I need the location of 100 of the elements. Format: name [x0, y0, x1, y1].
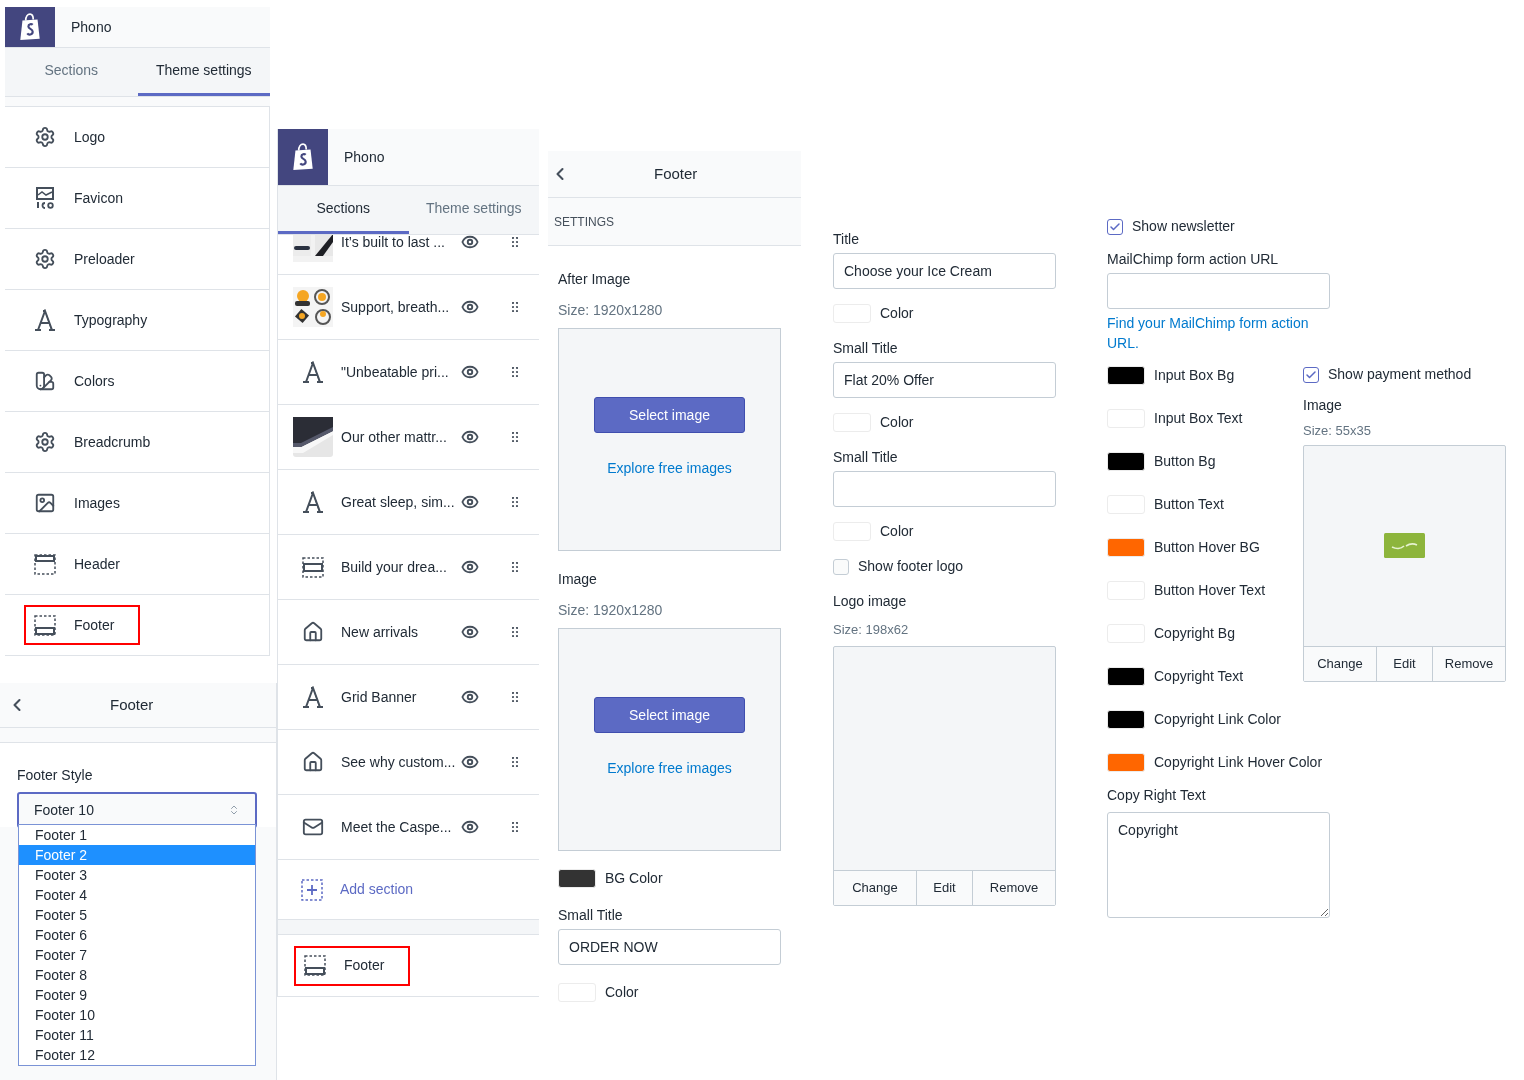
section-list-item[interactable]: Great sleep, sim...	[278, 470, 539, 535]
help-link[interactable]: Find your MailChimp form action URL.	[1107, 313, 1330, 353]
drag-handle-icon[interactable]	[512, 302, 518, 312]
settings-list-item[interactable]: Header	[5, 534, 269, 595]
image-action-button[interactable]: Edit	[1376, 646, 1432, 681]
image-action-button[interactable]: Change	[834, 870, 916, 905]
field-label: Image	[1303, 396, 1343, 415]
store-name: Phono	[71, 17, 112, 37]
dropdown-option[interactable]: Footer 3	[19, 865, 255, 885]
checkbox[interactable]	[1303, 366, 1319, 383]
eye-icon[interactable]	[461, 818, 479, 836]
section-list-item[interactable]: Support, breath...	[278, 275, 539, 340]
letter-a-icon	[302, 361, 324, 383]
field-label: Color	[880, 522, 914, 541]
dropdown-option[interactable]: Footer 10	[19, 1005, 255, 1025]
eye-icon[interactable]	[461, 623, 479, 641]
drag-handle-icon[interactable]	[512, 367, 518, 377]
dropdown-option[interactable]: Footer 1	[19, 825, 255, 845]
dropdown-option[interactable]: Footer 4	[19, 885, 255, 905]
dropdown-option[interactable]: Footer 5	[19, 905, 255, 925]
eye-icon[interactable]	[461, 493, 479, 511]
image-action-button[interactable]: Remove	[1432, 646, 1505, 681]
eye-icon[interactable]	[461, 235, 479, 251]
settings-list-item[interactable]: Favicon	[5, 168, 269, 229]
color-swatch[interactable]	[1107, 710, 1145, 729]
field-label: Color	[880, 304, 914, 323]
section-list-item[interactable]: Meet the Caspe...	[278, 795, 539, 860]
select-image-button[interactable]: Select image	[594, 697, 745, 733]
color-swatch[interactable]	[1107, 667, 1145, 686]
field-label: Color	[880, 413, 914, 432]
image-action-button[interactable]: Remove	[972, 870, 1055, 905]
drag-handle-icon[interactable]	[512, 497, 518, 507]
color-swatch[interactable]	[1107, 753, 1145, 772]
dropdown-option[interactable]: Footer 11	[19, 1025, 255, 1045]
panel-tab[interactable]: Theme settings	[408, 186, 539, 234]
nav-item-label: Typography	[74, 310, 148, 330]
section-label: New arrivals	[341, 622, 419, 642]
drag-handle-icon[interactable]	[512, 627, 518, 637]
field-label: Button Hover BG	[1154, 538, 1260, 557]
section-list-item[interactable]: Grid Banner	[278, 665, 539, 730]
nav-item-label: Favicon	[74, 188, 124, 208]
text-field[interactable]: Flat 20% Offer	[833, 362, 1056, 398]
dropdown-option[interactable]: Footer 8	[19, 965, 255, 985]
drag-handle-icon[interactable]	[512, 432, 518, 442]
field-label: Copyright Link Color	[1154, 710, 1281, 729]
settings-list-item[interactable]: Images	[5, 473, 269, 534]
eye-icon[interactable]	[461, 558, 479, 576]
house-icon	[302, 621, 324, 643]
eye-icon[interactable]	[461, 298, 479, 316]
color-swatch[interactable]	[1107, 452, 1145, 471]
text-area[interactable]: Copyright	[1107, 812, 1330, 918]
dropdown-option[interactable]: Footer 12	[19, 1045, 255, 1065]
field-label: Copyright Bg	[1154, 624, 1235, 643]
text-field[interactable]	[1107, 273, 1330, 309]
image-action-button[interactable]: Edit	[916, 870, 972, 905]
dropdown-option[interactable]: Footer 6	[19, 925, 255, 945]
section-list-item[interactable]: Our other mattr...	[278, 405, 539, 470]
field-label: Color	[605, 983, 639, 1002]
add-icon	[301, 878, 323, 901]
checkbox[interactable]	[1107, 218, 1123, 235]
section-list-item[interactable]: See why custom...	[278, 730, 539, 795]
eye-icon[interactable]	[461, 363, 479, 381]
drag-handle-icon[interactable]	[512, 237, 518, 247]
gear-icon	[34, 248, 56, 270]
section-label: Grid Banner	[341, 687, 418, 707]
color-swatch[interactable]	[1107, 366, 1145, 385]
nav-item-label: Footer	[344, 956, 385, 975]
settings-list-item[interactable]: Typography	[5, 290, 269, 351]
footer-list-item[interactable]: Footer	[278, 935, 539, 997]
eye-icon[interactable]	[461, 428, 479, 446]
text-field[interactable]	[833, 471, 1056, 507]
text-field[interactable]: ORDER NOW	[558, 929, 781, 965]
settings-list-item[interactable]: Footer	[5, 595, 269, 656]
eye-icon[interactable]	[461, 688, 479, 706]
drag-handle-icon[interactable]	[512, 692, 518, 702]
section-list-item[interactable]: New arrivals	[278, 600, 539, 665]
section-list-item[interactable]: It’s built to last ...	[278, 235, 539, 275]
favicon-icon	[36, 187, 54, 209]
select-image-button[interactable]: Select image	[594, 397, 745, 433]
drag-handle-icon[interactable]	[512, 757, 518, 767]
eye-icon[interactable]	[461, 753, 479, 771]
gear-icon	[34, 126, 56, 148]
image-action-button[interactable]: Change	[1304, 646, 1376, 681]
settings-list-item[interactable]: Logo	[5, 107, 269, 168]
section-list-item[interactable]: "Unbeatable pri...	[278, 340, 539, 405]
explore-link[interactable]: Explore free images	[607, 458, 732, 479]
color-swatch[interactable]	[1107, 538, 1145, 557]
settings-list-item[interactable]: Preloader	[5, 229, 269, 290]
field-label: Small Title	[833, 448, 899, 467]
explore-link[interactable]: Explore free images	[607, 758, 732, 779]
dropdown-option[interactable]: Footer 7	[19, 945, 255, 965]
settings-list-item[interactable]: Colors	[5, 351, 269, 412]
drag-handle-icon[interactable]	[512, 822, 518, 832]
text-field[interactable]: Choose your Ice Cream	[833, 253, 1056, 289]
panel-tab[interactable]: Sections	[5, 48, 138, 96]
dropdown-option[interactable]: Footer 9	[19, 985, 255, 1005]
settings-list-item[interactable]: Breadcrumb	[5, 412, 269, 473]
drag-handle-icon[interactable]	[512, 562, 518, 572]
section-list-item[interactable]: Build your drea...	[278, 535, 539, 600]
color-swatch[interactable]	[558, 869, 596, 888]
